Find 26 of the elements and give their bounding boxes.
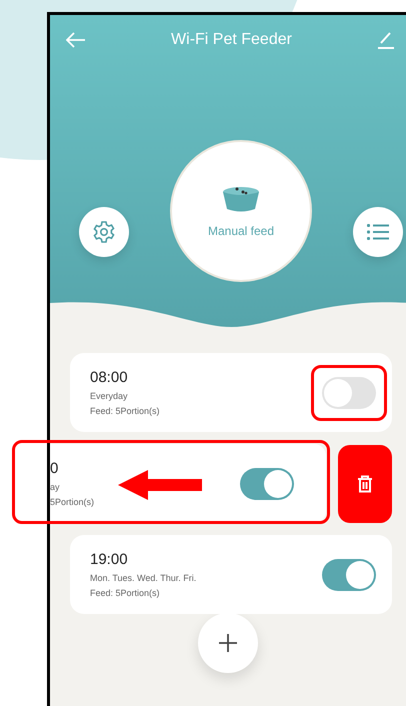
- back-icon[interactable]: [66, 32, 86, 48]
- feed-portions: Feed: 5Portion(s): [90, 406, 160, 416]
- schedule-toggle[interactable]: [322, 558, 376, 590]
- list-icon: [367, 223, 389, 241]
- schedule-card[interactable]: 19:00 Mon. Tues. Wed. Thur. Fri. Feed: 5Portion(s): [70, 535, 392, 614]
- feed-portions: 5Portion(s): [50, 497, 94, 507]
- repeat-days: ay: [50, 482, 94, 492]
- list-button[interactable]: [353, 207, 403, 257]
- feed-time: 08:00: [90, 369, 129, 386]
- feed-portions: Feed: 5Portion(s): [90, 588, 161, 598]
- screen-title: Wi-Fi Pet Feeder: [171, 31, 292, 49]
- repeat-days: Everyday: [90, 391, 160, 401]
- delete-button[interactable]: [338, 444, 392, 522]
- schedule-card[interactable]: 0 ay 5Portion(s): [50, 444, 326, 523]
- feed-time: 0: [50, 460, 60, 477]
- schedule-toggle[interactable]: [240, 468, 294, 500]
- trash-icon: [357, 474, 373, 492]
- settings-icon: [92, 220, 116, 244]
- pencil-icon[interactable]: [376, 31, 395, 49]
- schedule-toggle[interactable]: [322, 376, 376, 408]
- swipe-arrow-icon: [118, 470, 202, 500]
- feed-time: 19:00: [90, 551, 129, 568]
- schedule-card[interactable]: 08:00 Everyday Feed: 5Portion(s): [70, 353, 392, 432]
- plus-icon: [218, 634, 236, 652]
- settings-button[interactable]: [79, 207, 129, 257]
- repeat-days: Mon. Tues. Wed. Thur. Fri.: [90, 573, 196, 583]
